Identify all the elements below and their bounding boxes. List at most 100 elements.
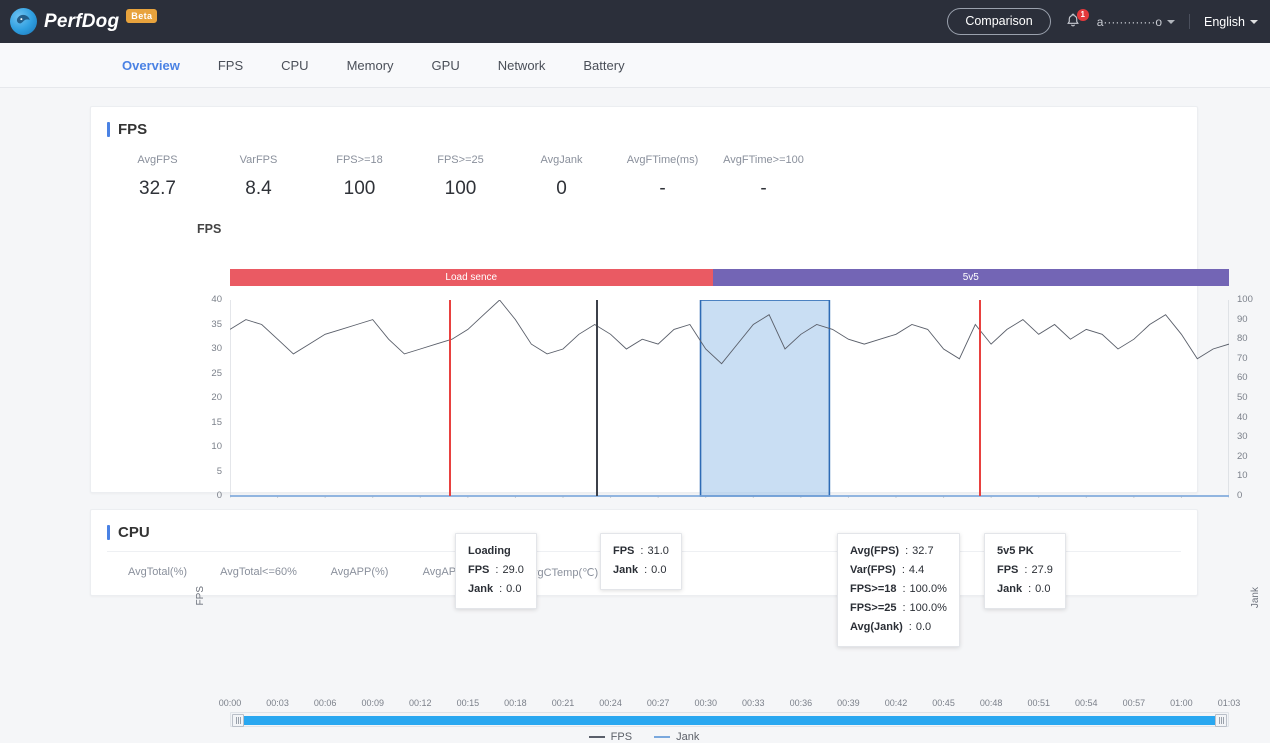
user-menu[interactable]: a·············o (1097, 15, 1175, 29)
y-axis-tick-right: 0 (1237, 490, 1263, 501)
tooltip-row: Loading (468, 542, 524, 561)
nav-item-battery[interactable]: Battery (564, 43, 643, 88)
comparison-button[interactable]: Comparison (947, 8, 1050, 35)
metric-value: - (612, 178, 713, 200)
nav-item-fps[interactable]: FPS (199, 43, 262, 88)
x-axis-tick: 00:09 (353, 698, 393, 708)
metric-value: 8.4 (208, 178, 309, 200)
metric-value: 100 (309, 178, 410, 200)
nav-item-cpu[interactable]: CPU (262, 43, 327, 88)
metric-label: AvgFTime>=100 (713, 154, 814, 166)
metric-5: AvgJank 0 (511, 154, 612, 200)
nav-item-overview[interactable]: Overview (103, 43, 199, 88)
tooltip-value: 0.0 (1035, 580, 1050, 599)
legend-item-jank[interactable]: Jank (654, 731, 699, 743)
tooltip-row: FPS:27.9 (997, 561, 1053, 580)
fps-card: FPS AvgFPS32.7VarFPS8.4FPS>=18100FPS>=25… (90, 106, 1198, 493)
tooltip-separator: : (634, 542, 647, 561)
chart-legend: FPS Jank (91, 731, 1197, 743)
tooltip-separator: : (489, 561, 502, 580)
x-axis-tick: 00:03 (258, 698, 298, 708)
tooltip-separator: : (1018, 561, 1031, 580)
tooltip-key: Jank (613, 561, 638, 580)
title-accent-bar (107, 122, 110, 137)
y-axis-tick-left: 0 (198, 490, 222, 501)
scene-timeline-bar[interactable]: Load sence5v5 (230, 269, 1229, 286)
tooltip-value: 0.0 (651, 561, 666, 580)
tooltip-key: Var(FPS) (850, 561, 896, 580)
tooltip-row: Var(FPS):4.4 (850, 561, 947, 580)
title-accent-bar (107, 525, 110, 540)
y-axis-label-fps: FPS (195, 586, 206, 605)
tooltip-separator: : (896, 580, 909, 599)
tooltip-key: FPS>=25 (850, 599, 896, 618)
header-divider (1189, 14, 1190, 29)
tooltip-row: Jank:0.0 (997, 580, 1053, 599)
chevron-down-icon (1250, 20, 1258, 24)
metric-label: FPS>=25 (410, 154, 511, 166)
y-axis-tick-right: 30 (1237, 431, 1263, 442)
tooltip-value: 31.0 (647, 542, 668, 561)
nav-item-memory[interactable]: Memory (328, 43, 413, 88)
tooltip-value: 29.0 (502, 561, 523, 580)
y-axis-tick-left: 10 (198, 441, 222, 452)
metric-label: FPS>=18 (309, 154, 410, 166)
y-axis-tick-right: 90 (1237, 314, 1263, 325)
y-axis-tick-left: 30 (198, 343, 222, 354)
x-axis-tick: 00:12 (400, 698, 440, 708)
chart-range-slider[interactable] (230, 712, 1229, 727)
tooltip-separator: : (899, 542, 912, 561)
tooltip-key: 5v5 PK (997, 542, 1034, 561)
tooltip-key: Avg(FPS) (850, 542, 899, 561)
fps-chart-heading: FPS (91, 204, 1197, 242)
tooltip-value: 0.0 (916, 618, 931, 637)
nav-item-gpu[interactable]: GPU (413, 43, 479, 88)
fps-chart-container[interactable]: Load sence5v5 FPS Jank FPSJank 051015202… (91, 242, 1197, 492)
chart-marker-line (449, 300, 451, 496)
notifications-button[interactable]: 1 (1065, 12, 1083, 32)
y-axis-tick-right: 20 (1237, 451, 1263, 462)
x-axis-tick: 00:54 (1066, 698, 1106, 708)
nav-item-network[interactable]: Network (479, 43, 565, 88)
dog-head-icon (10, 8, 37, 35)
tooltip-row: FPS:31.0 (613, 542, 669, 561)
y-axis-tick-left: 5 (198, 466, 222, 477)
page-content: FPS AvgFPS32.7VarFPS8.4FPS>=18100FPS>=25… (0, 88, 1270, 596)
scene-segment-1[interactable]: Load sence (230, 269, 713, 286)
legend-item-fps[interactable]: FPS (589, 731, 632, 743)
scene-segment-2[interactable]: 5v5 (713, 269, 1229, 286)
tooltip-key: Loading (468, 542, 511, 561)
y-axis-tick-left: 25 (198, 368, 222, 379)
tooltip-row: 5v5 PK (997, 542, 1053, 561)
tooltip-value: 32.7 (912, 542, 933, 561)
fps-plot-area[interactable] (230, 300, 1229, 496)
tooltip-key: Jank (468, 580, 493, 599)
metric-label: AvgJank (511, 154, 612, 166)
tooltip-separator: : (1022, 580, 1035, 599)
slider-handle-right[interactable] (1215, 714, 1227, 727)
tooltip-row: FPS>=25:100.0% (850, 599, 947, 618)
tooltip-key: FPS (468, 561, 489, 580)
metric-1: AvgFPS32.7 (107, 154, 208, 200)
x-axis-tick: 00:57 (1114, 698, 1154, 708)
slider-handle-left[interactable] (232, 714, 244, 727)
fps-title-text: FPS (118, 121, 147, 138)
user-name: a·············o (1097, 15, 1162, 29)
tooltip-row: Jank:0.0 (613, 561, 669, 580)
chart-marker-line (596, 300, 598, 496)
tooltip-key: FPS>=18 (850, 580, 896, 599)
y-axis-tick-left: 35 (198, 319, 222, 330)
tooltip-value: 4.4 (909, 561, 924, 580)
point-tooltip: FPS:31.0Jank:0.0 (600, 533, 682, 590)
tooltip-separator: : (903, 618, 916, 637)
x-axis-tick: 00:15 (448, 698, 488, 708)
x-axis-tick: 00:42 (876, 698, 916, 708)
metric-2: VarFPS8.4 (208, 154, 309, 200)
language-selector[interactable]: English (1204, 15, 1258, 29)
loading-marker-tooltip: LoadingFPS:29.0Jank:0.0 (455, 533, 537, 609)
tooltip-row: Avg(FPS):32.7 (850, 542, 947, 561)
brand-logo[interactable]: PerfDog Beta (10, 8, 157, 35)
fps-card-title: FPS (91, 107, 1197, 148)
metric-7: AvgFTime>=100- (713, 154, 814, 200)
metric-value: 0 (511, 178, 612, 200)
